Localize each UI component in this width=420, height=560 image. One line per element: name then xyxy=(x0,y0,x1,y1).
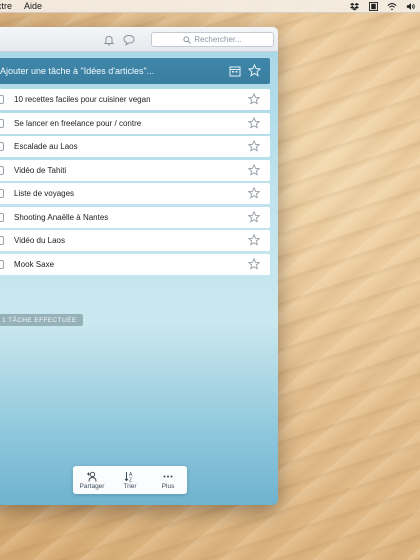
more-dots-icon xyxy=(163,475,173,477)
app-status-icon[interactable] xyxy=(368,2,378,12)
task-title: Mook Saxe xyxy=(14,259,55,269)
chat-bubble-icon[interactable] xyxy=(123,33,135,46)
task-title: Vidéo du Laos xyxy=(14,236,66,245)
status-icons xyxy=(349,0,416,13)
sort-label: Trier xyxy=(123,482,137,490)
menu-item-help[interactable]: Aide xyxy=(18,0,48,13)
add-task-input[interactable]: Ajouter une tâche à "Idées d'articles"..… xyxy=(0,58,270,84)
task-row[interactable]: Escalade au Laos xyxy=(0,136,270,157)
task-title: Shooting Anaëlle à Nantes xyxy=(14,212,109,222)
menubar: ctre Aide xyxy=(0,0,420,13)
star-icon[interactable] xyxy=(247,116,261,129)
star-icon[interactable] xyxy=(247,163,261,176)
bell-icon[interactable] xyxy=(103,33,115,46)
share-button[interactable]: Partager xyxy=(75,471,109,490)
share-label: Partager xyxy=(79,482,105,490)
star-icon[interactable] xyxy=(247,92,261,105)
calendar-icon[interactable] xyxy=(229,65,241,77)
task-title: Liste de voyages xyxy=(14,189,75,198)
dropbox-icon[interactable] xyxy=(349,2,359,12)
star-icon[interactable] xyxy=(247,139,261,152)
task-checkbox[interactable] xyxy=(0,212,4,222)
star-icon[interactable] xyxy=(247,233,261,246)
task-row[interactable]: Mook Saxe xyxy=(0,253,270,275)
more-label: Plus xyxy=(161,482,175,490)
star-icon[interactable] xyxy=(247,257,261,270)
add-person-icon xyxy=(87,471,97,482)
task-checkbox[interactable] xyxy=(0,118,4,128)
task-list: 10 recettes faciles pour cuisiner vegan … xyxy=(0,89,270,277)
completed-tasks-toggle[interactable]: 1 TÂCHE EFFECTUÉE xyxy=(0,314,83,326)
star-icon[interactable] xyxy=(247,210,261,223)
app-window: Rechercher... Ajouter une tâche à "Idées… xyxy=(0,27,278,505)
task-checkbox[interactable] xyxy=(0,236,4,245)
sort-az-icon: AZ xyxy=(124,471,133,482)
task-checkbox[interactable] xyxy=(0,165,4,175)
volume-icon[interactable] xyxy=(406,2,416,12)
task-title: Vidéo de Tahiti xyxy=(14,165,67,175)
more-button[interactable]: Plus xyxy=(151,471,185,490)
add-task-placeholder: Ajouter une tâche à "Idées d'articles"..… xyxy=(0,66,155,76)
search-input[interactable]: Rechercher... xyxy=(151,32,274,47)
task-checkbox[interactable] xyxy=(0,95,4,104)
sort-button[interactable]: AZ Trier xyxy=(113,471,147,490)
task-row[interactable]: 10 recettes faciles pour cuisiner vegan xyxy=(0,89,270,110)
task-row[interactable]: Vidéo de Tahiti xyxy=(0,159,270,181)
task-title: 10 recettes faciles pour cuisiner vegan xyxy=(14,95,151,104)
task-checkbox[interactable] xyxy=(0,142,4,151)
task-row[interactable]: Liste de voyages xyxy=(0,183,270,204)
star-icon[interactable] xyxy=(247,186,261,199)
svg-text:Z: Z xyxy=(129,477,132,482)
task-title: Se lancer en freelance pour / contre xyxy=(14,118,142,128)
task-row[interactable]: Vidéo du Laos xyxy=(0,230,270,251)
titlebar: Rechercher... xyxy=(0,27,278,52)
task-checkbox[interactable] xyxy=(0,259,4,269)
task-row[interactable]: Shooting Anaëlle à Nantes xyxy=(0,206,270,228)
menu-item-window[interactable]: ctre xyxy=(0,0,18,13)
star-icon[interactable] xyxy=(247,63,262,77)
task-checkbox[interactable] xyxy=(0,189,4,198)
search-icon xyxy=(183,35,192,44)
task-row[interactable]: Se lancer en freelance pour / contre xyxy=(0,112,270,134)
wifi-icon[interactable] xyxy=(387,2,397,12)
bottom-toolbar: Partager AZ Trier Plus xyxy=(73,466,187,494)
search-placeholder: Rechercher... xyxy=(194,35,242,44)
task-title: Escalade au Laos xyxy=(14,142,78,151)
